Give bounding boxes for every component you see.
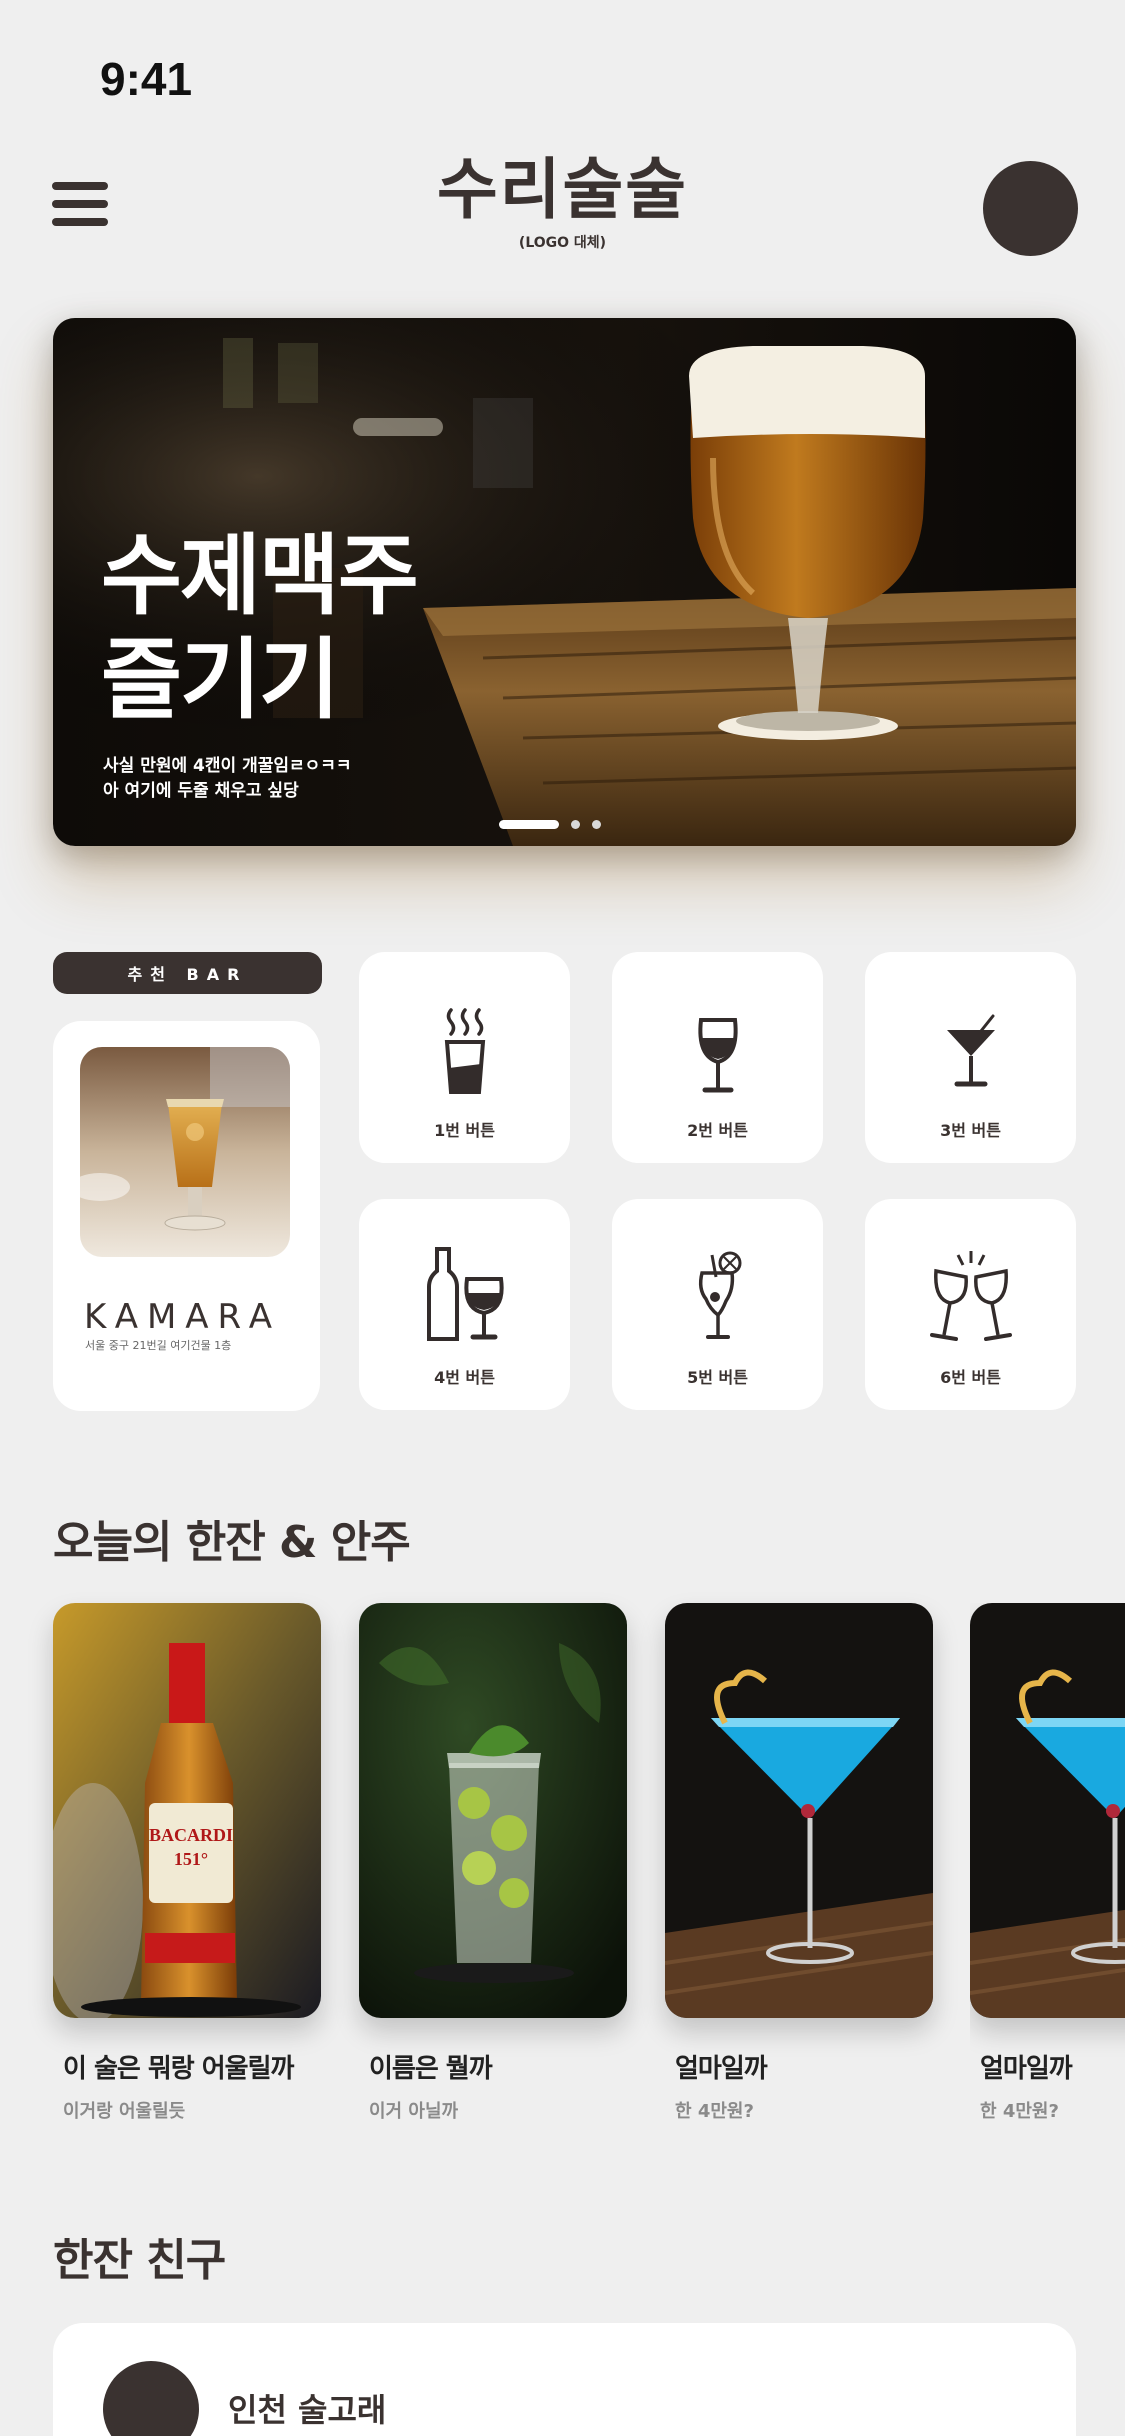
drink-name-1: 이 술은 뭐랑 어울릴까	[63, 2054, 294, 2084]
drink-desc-3: 한 4만원?	[675, 2101, 754, 2122]
category-label-6: 6번 버튼	[940, 1368, 1001, 1387]
friend-name: 인천 술고래	[228, 2391, 387, 2429]
hero-banner[interactable]: 수제맥주 즐기기 사실 만원에 4캔이 개꿀임ㄹㅇㅋㅋ 아 여기에 두줄 채우고…	[53, 318, 1076, 846]
app-logo: 수리술술 (LOGO 대체)	[0, 150, 1125, 252]
cheers-icon	[929, 1251, 1012, 1341]
bar-photo	[80, 1047, 290, 1257]
carousel-dot-active[interactable]	[499, 820, 559, 829]
hero-title-line2: 즐기기	[101, 628, 340, 731]
wine-glass-icon	[697, 1018, 738, 1093]
category-label-1: 1번 버튼	[434, 1121, 495, 1140]
app-title: 수리술술	[437, 151, 688, 228]
carousel-pagination	[499, 820, 601, 829]
hero-title-line1: 수제맥주	[101, 524, 419, 627]
drink-name-3: 얼마일까	[675, 2054, 768, 2084]
profile-avatar-button[interactable]	[983, 161, 1078, 256]
svg-text:151°: 151°	[174, 1849, 208, 1869]
category-button-5[interactable]: 5번 버튼	[612, 1199, 823, 1410]
carousel-dot[interactable]	[571, 820, 580, 829]
mojito-photo	[359, 1603, 627, 2018]
drink-name-4: 얼마일까	[980, 2054, 1073, 2084]
drink-name-2: 이름은 뭘까	[369, 2054, 493, 2084]
drink-card-1[interactable]: BACARDI 151° 이 술은 뭐랑 어울릴까 이거랑 어울릴듯	[53, 1603, 321, 2123]
blue-cocktail-photo	[970, 1603, 1125, 2018]
drink-card-4[interactable]: 얼마일까 한 4만원?	[970, 1603, 1125, 2123]
beer-glass-icon	[444, 1008, 485, 1094]
bottle-and-glass-icon	[426, 1247, 504, 1341]
today-section-title: 오늘의 한잔 & 안주	[53, 1517, 411, 1568]
hero-desc-line1: 사실 만원에 4캔이 개꿀임ㄹㅇㅋㅋ	[103, 756, 352, 776]
drink-card-3[interactable]: 얼마일까 한 4만원?	[665, 1603, 933, 2123]
hero-desc-line2: 아 여기에 두줄 채우고 싶당	[103, 781, 299, 801]
category-button-4[interactable]: 4번 버튼	[359, 1199, 570, 1410]
friends-section-title: 한잔 친구	[53, 2235, 226, 2286]
category-button-3[interactable]: 3번 버튼	[865, 952, 1076, 1163]
category-label-4: 4번 버튼	[434, 1368, 495, 1387]
category-label-3: 3번 버튼	[940, 1121, 1001, 1140]
category-button-6[interactable]: 6번 버튼	[865, 1199, 1076, 1410]
svg-text:BACARDI: BACARDI	[149, 1825, 233, 1845]
cocktail-icon	[946, 1014, 995, 1087]
app-logo-subtitle: (LOGO 대체)	[518, 235, 607, 251]
friend-card[interactable]: 인천 술고래	[53, 2323, 1076, 2436]
drink-desc-1: 이거랑 어울릴듯	[63, 2101, 186, 2122]
status-bar-time: 9:41	[100, 53, 193, 105]
carousel-dot[interactable]	[592, 820, 601, 829]
category-label-5: 5번 버튼	[687, 1368, 748, 1387]
drink-card-2[interactable]: 이름은 뭘까 이거 아닐까	[359, 1603, 627, 2123]
drink-desc-4: 한 4만원?	[980, 2101, 1059, 2122]
tropical-drink-icon	[698, 1251, 741, 1339]
category-label-2: 2번 버튼	[687, 1121, 748, 1140]
bar-name: KAMARA	[84, 1297, 282, 1337]
bar-address: 서울 중구 21번길 여기건물 1층	[85, 1339, 232, 1352]
recommended-bar-tag[interactable]: 추천 BAR	[53, 952, 322, 994]
category-button-1[interactable]: 1번 버튼	[359, 952, 570, 1163]
avatar	[103, 2361, 199, 2436]
hero-description: 사실 만원에 4캔이 개꿀임ㄹㅇㅋㅋ 아 여기에 두줄 채우고 싶당	[103, 754, 352, 804]
blue-cocktail-photo	[665, 1603, 933, 2018]
drink-desc-2: 이거 아닐까	[369, 2101, 459, 2122]
rum-bottle-photo: BACARDI 151°	[53, 1603, 321, 2018]
hero-title: 수제맥주 즐기기	[101, 524, 419, 732]
category-button-2[interactable]: 2번 버튼	[612, 952, 823, 1163]
recommended-bar-card[interactable]: KAMARA 서울 중구 21번길 여기건물 1층	[53, 1021, 320, 1411]
